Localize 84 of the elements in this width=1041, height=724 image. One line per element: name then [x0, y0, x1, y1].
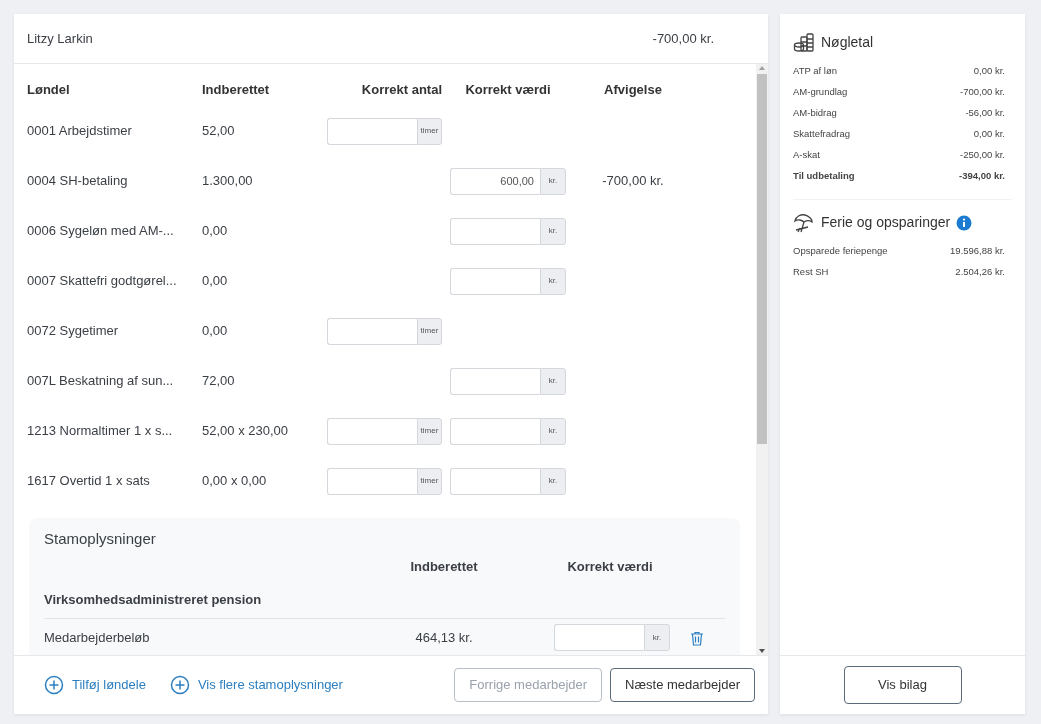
- group-heading: Virksomhedsadministreret pension: [44, 580, 725, 619]
- metric-label: Rest SH: [793, 265, 829, 280]
- scrollbar[interactable]: [756, 64, 768, 655]
- metric-label: Til udbetaling: [793, 169, 855, 184]
- unit-label: kr.: [540, 367, 566, 395]
- unit-label: kr.: [540, 267, 566, 295]
- number-field[interactable]: 600,00: [450, 167, 540, 195]
- number-field[interactable]: [450, 267, 540, 295]
- number-field[interactable]: [450, 417, 540, 445]
- metric-label: AM-grundlag: [793, 85, 848, 100]
- row-label: 1213 Normaltimer 1 x s...: [27, 422, 173, 441]
- number-field[interactable]: [554, 624, 644, 651]
- column-header: Indberettet: [202, 81, 270, 100]
- scrollbar-thumb[interactable]: [757, 74, 767, 444]
- row-label: 1617 Overtid 1 x sats: [27, 472, 150, 491]
- employee-amount: -700,00 kr.: [652, 29, 714, 48]
- row-label: 007L Beskatning af sun...: [27, 372, 174, 391]
- reported-value: 0,00: [202, 222, 228, 241]
- section-title: Ferie og opsparinger: [821, 213, 951, 232]
- show-attachment-button[interactable]: Vis bilag: [843, 666, 962, 704]
- metric-value: 0,00 kr.: [973, 64, 1005, 79]
- info-icon[interactable]: [956, 214, 973, 231]
- reported-value: 464,13 kr.: [414, 628, 474, 647]
- row-label: 0072 Sygetimer: [27, 322, 119, 341]
- metric-label: Opsparede feriepenge: [793, 244, 888, 259]
- unit-label: kr.: [540, 217, 566, 245]
- row-label: 0004 SH-betaling: [27, 172, 128, 191]
- scroll-up-icon[interactable]: [758, 64, 766, 72]
- unit-label: timer: [417, 117, 442, 145]
- section-title: Nøgletal: [821, 33, 874, 52]
- number-field[interactable]: [450, 217, 540, 245]
- metric-value: -250,00 kr.: [960, 148, 1005, 163]
- row-label: 0006 Sygeløn med AM-...: [27, 222, 174, 241]
- metric-value: -700,00 kr.: [960, 85, 1005, 100]
- metric-value: -394,00 kr.: [959, 169, 1005, 184]
- unit-label: kr.: [540, 417, 566, 445]
- column-header: Indberettet: [409, 558, 479, 577]
- add-link[interactable]: Tilføj løndele: [44, 675, 146, 695]
- plus-circle-icon: [169, 675, 190, 695]
- metric-value: 0,00 kr.: [973, 127, 1005, 142]
- column-header: Afvigelse: [604, 81, 662, 100]
- reported-value: 0,00: [202, 272, 228, 291]
- number-field[interactable]: [450, 367, 540, 395]
- reported-value: 0,00 x 0,00: [202, 472, 267, 491]
- trash-icon[interactable]: [690, 630, 704, 646]
- add-link[interactable]: Vis flere stamoplysninger: [169, 675, 343, 695]
- metric-value: -56,00 kr.: [965, 106, 1005, 121]
- reported-value: 1.300,00: [202, 172, 253, 191]
- employee-name: Litzy Larkin: [27, 29, 93, 48]
- unit-label: timer: [417, 417, 442, 445]
- number-field[interactable]: [327, 117, 417, 145]
- reported-value: 0,00: [202, 322, 228, 341]
- reported-value: 52,00: [202, 122, 235, 141]
- column-header: Korrekt værdi: [566, 558, 654, 577]
- unit-label: timer: [417, 317, 442, 345]
- reported-value: 72,00: [202, 372, 235, 391]
- scroll-down-icon[interactable]: [758, 647, 766, 655]
- row-label: 0001 Arbejdstimer: [27, 122, 132, 141]
- metric-label: Skattefradrag: [793, 127, 851, 142]
- column-header: Løndel: [27, 81, 70, 100]
- metric-value: 19.596,88 kr.: [950, 244, 1005, 259]
- row-label: 0007 Skattefri godtgørel...: [27, 272, 177, 291]
- unit-label: kr.: [644, 624, 670, 651]
- number-field[interactable]: [327, 467, 417, 495]
- reported-value: 52,00 x 230,00: [202, 422, 289, 441]
- deviation-value: -700,00 kr.: [602, 172, 664, 191]
- beach-umbrella-icon: [793, 212, 815, 233]
- panel-title: Stamoplysninger: [44, 530, 157, 548]
- column-header: Korrekt værdi: [465, 81, 551, 100]
- navigation-button[interactable]: Næste medarbejder: [610, 668, 755, 702]
- plus-circle-icon: [44, 675, 64, 695]
- row-label: Medarbejderbeløb: [44, 628, 151, 647]
- unit-label: kr.: [540, 167, 566, 195]
- unit-label: timer: [417, 467, 442, 495]
- number-field[interactable]: [450, 467, 540, 495]
- unit-label: kr.: [540, 467, 566, 495]
- metric-value: 2.504,26 kr.: [955, 265, 1005, 280]
- metric-label: AM-bidrag: [793, 106, 837, 121]
- coins-icon: [793, 32, 815, 53]
- number-field[interactable]: [327, 417, 417, 445]
- metric-label: ATP af løn: [793, 64, 837, 79]
- number-field[interactable]: [327, 317, 417, 345]
- column-header: Korrekt antal: [361, 81, 442, 100]
- metric-label: A-skat: [793, 148, 820, 163]
